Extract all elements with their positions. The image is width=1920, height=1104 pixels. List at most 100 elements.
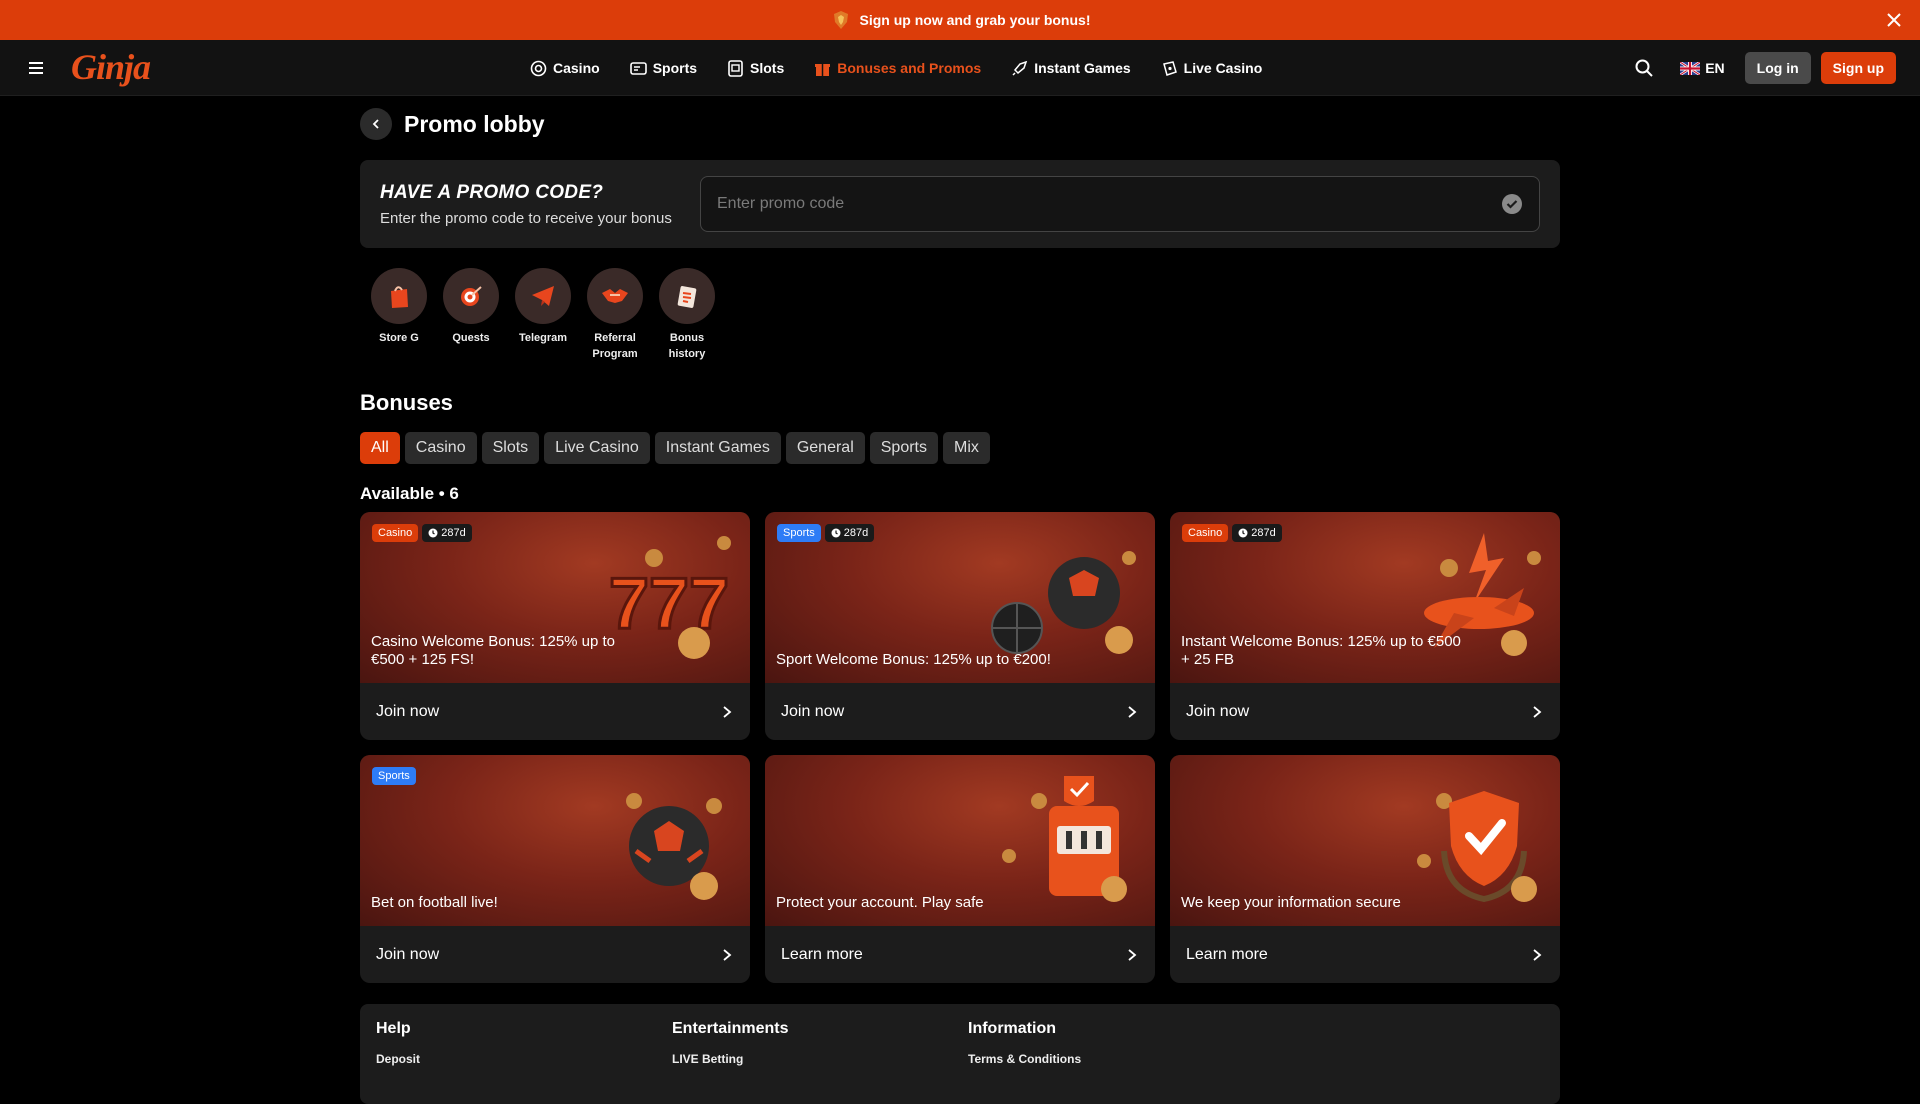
shortcut-referral[interactable]: Referral Program (584, 268, 646, 362)
language-label: EN (1705, 60, 1725, 76)
bonus-card[interactable]: Casino 287d Instant Welcome Bonus: 125% … (1170, 512, 1560, 740)
card-action[interactable]: Join now (765, 683, 1155, 740)
filter-casino[interactable]: Casino (404, 432, 477, 464)
bonus-card-image: Protect your account. Play safe (765, 755, 1155, 926)
timer-text: 287d (441, 527, 466, 539)
bonus-card-image: Sports Bet on football live! (360, 755, 750, 926)
shortcut-telegram[interactable]: Telegram (512, 268, 574, 362)
promo-code-input[interactable] (717, 195, 1501, 213)
live-casino-icon (1162, 60, 1177, 76)
slot-machine-icon (1002, 776, 1127, 902)
bonus-card[interactable]: 777 Casino 287d Casino Welcome Bonus: 12… (360, 512, 750, 740)
chevron-right-icon (1533, 705, 1542, 718)
bonus-card-image: Casino 287d Instant Welcome Bonus: 125% … (1170, 512, 1560, 683)
shortcut-store-g[interactable]: Store G (368, 268, 430, 362)
nav-links: Casino Sports Slots Bonuses and Promos I… (530, 40, 1292, 96)
bonus-card-image: We keep your information secure (1170, 755, 1560, 926)
card-action[interactable]: Learn more (765, 926, 1155, 983)
promo-subtitle: Enter the promo code to receive your bon… (380, 209, 672, 227)
promo-code-text: HAVE A PROMO CODE? Enter the promo code … (380, 182, 700, 227)
page-title: Promo lobby (404, 110, 545, 137)
filter-instant-games[interactable]: Instant Games (654, 432, 781, 464)
bonus-history-icon (659, 268, 715, 324)
filter-live-casino[interactable]: Live Casino (544, 432, 650, 464)
nav-link-instant-games[interactable]: Instant Games (1011, 60, 1131, 77)
card-action-label: Join now (1186, 702, 1250, 720)
bonus-card[interactable]: Sports 287d Sport Welcome Bonus: 125% up… (765, 512, 1155, 740)
signup-button[interactable]: Sign up (1820, 52, 1896, 84)
nav-link-casino[interactable]: Casino (530, 60, 600, 77)
nav-link-label: Bonuses and Promos (837, 60, 982, 76)
shortcut-bonus-history[interactable]: Bonus history (656, 268, 718, 362)
slots-icon (728, 59, 743, 77)
footer-col-information: Information Terms & Conditions (968, 1020, 1264, 1066)
nav-link-slots[interactable]: Slots (727, 59, 784, 77)
filter-slots[interactable]: Slots (481, 432, 540, 464)
card-action[interactable]: Learn more (1170, 926, 1560, 983)
footer-heading: Entertainments (672, 1020, 789, 1037)
badge-icon (833, 11, 848, 29)
badges: Sports 287d (777, 524, 878, 542)
footer-link-deposit[interactable]: Deposit (376, 1052, 672, 1066)
card-title: Casino Welcome Bonus: 125% up to €500 + … (371, 633, 616, 668)
card-action[interactable]: Join now (1170, 683, 1560, 740)
banner-text[interactable]: Sign up now and grab your bonus! (860, 12, 1091, 28)
footer: Help Deposit Entertainments LIVE Betting… (360, 1004, 1560, 1104)
main-content: Promo lobby HAVE A PROMO CODE? Enter the… (360, 96, 1560, 983)
bonus-filter-tabs: All Casino Slots Live Casino Instant Gam… (360, 432, 1560, 464)
nav-link-label: Sports (652, 60, 698, 76)
card-action-label: Learn more (1186, 945, 1268, 963)
promo-input-wrapper (700, 176, 1540, 232)
top-nav: Ginja Casino Sports Slots Bonuses and Pr… (0, 40, 1920, 96)
footer-col-help: Help Deposit (376, 1020, 672, 1066)
footer-link-terms[interactable]: Terms & Conditions (968, 1052, 1264, 1066)
card-action[interactable]: Join now (360, 683, 750, 740)
nav-link-bonuses[interactable]: Bonuses and Promos (814, 60, 981, 77)
bonus-card-grid: 777 Casino 287d Casino Welcome Bonus: 12… (360, 512, 1560, 983)
uk-flag-icon (1680, 61, 1701, 75)
bonus-card[interactable]: We keep your information secure Learn mo… (1170, 755, 1560, 983)
filter-sports[interactable]: Sports (869, 432, 938, 464)
logo[interactable]: Ginja (71, 46, 151, 88)
category-badge: Casino (1182, 524, 1229, 542)
filter-all[interactable]: All (360, 432, 400, 464)
shortcut-label: Bonus history (668, 332, 706, 360)
bonus-card[interactable]: Sports Bet on football live! Join now (360, 755, 750, 983)
footer-link-live-betting[interactable]: LIVE Betting (672, 1052, 968, 1066)
menu-icon[interactable] (27, 59, 45, 77)
back-button[interactable] (360, 108, 392, 140)
filter-mix[interactable]: Mix (943, 432, 990, 464)
nav-link-label: Live Casino (1183, 60, 1263, 76)
search-icon[interactable] (1634, 58, 1654, 78)
promo-banner[interactable]: Sign up now and grab your bonus! (0, 0, 1920, 40)
login-button[interactable]: Log in (1744, 52, 1811, 84)
bonus-card[interactable]: Protect your account. Play safe Learn mo… (765, 755, 1155, 983)
chevron-right-icon (723, 705, 732, 718)
shortcut-label: Store G (379, 332, 419, 344)
svg-text:777: 777 (609, 564, 729, 644)
chevron-right-icon (1128, 705, 1137, 718)
language-selector[interactable]: EN (1680, 60, 1725, 76)
timer-badge: 287d (422, 524, 472, 542)
card-title: Instant Welcome Bonus: 125% up to €500 +… (1181, 633, 1461, 668)
footer-heading: Help (376, 1020, 411, 1037)
shield-icon (1417, 791, 1537, 903)
nav-link-sports[interactable]: Sports (629, 60, 698, 77)
ticket-icon (629, 61, 647, 75)
nav-link-live-casino[interactable]: Live Casino (1161, 60, 1263, 77)
card-title: Sport Welcome Bonus: 125% up to €200! (776, 651, 1051, 668)
check-circle-icon[interactable] (1501, 193, 1523, 215)
rocket-icon (1012, 60, 1028, 76)
timer-badge: 287d (824, 524, 875, 542)
shortcut-quests[interactable]: Quests (440, 268, 502, 362)
footer-columns: Help Deposit Entertainments LIVE Betting… (376, 1020, 1544, 1066)
title-row: Promo lobby (360, 96, 1560, 152)
filter-general[interactable]: General (785, 432, 865, 464)
target-icon (443, 268, 499, 324)
card-action[interactable]: Join now (360, 926, 750, 983)
promo-code-panel: HAVE A PROMO CODE? Enter the promo code … (360, 160, 1560, 248)
timer-badge: 287d (1232, 524, 1282, 542)
football-icon (626, 793, 722, 900)
store-bag-icon (371, 268, 427, 324)
close-icon[interactable] (1884, 10, 1904, 30)
